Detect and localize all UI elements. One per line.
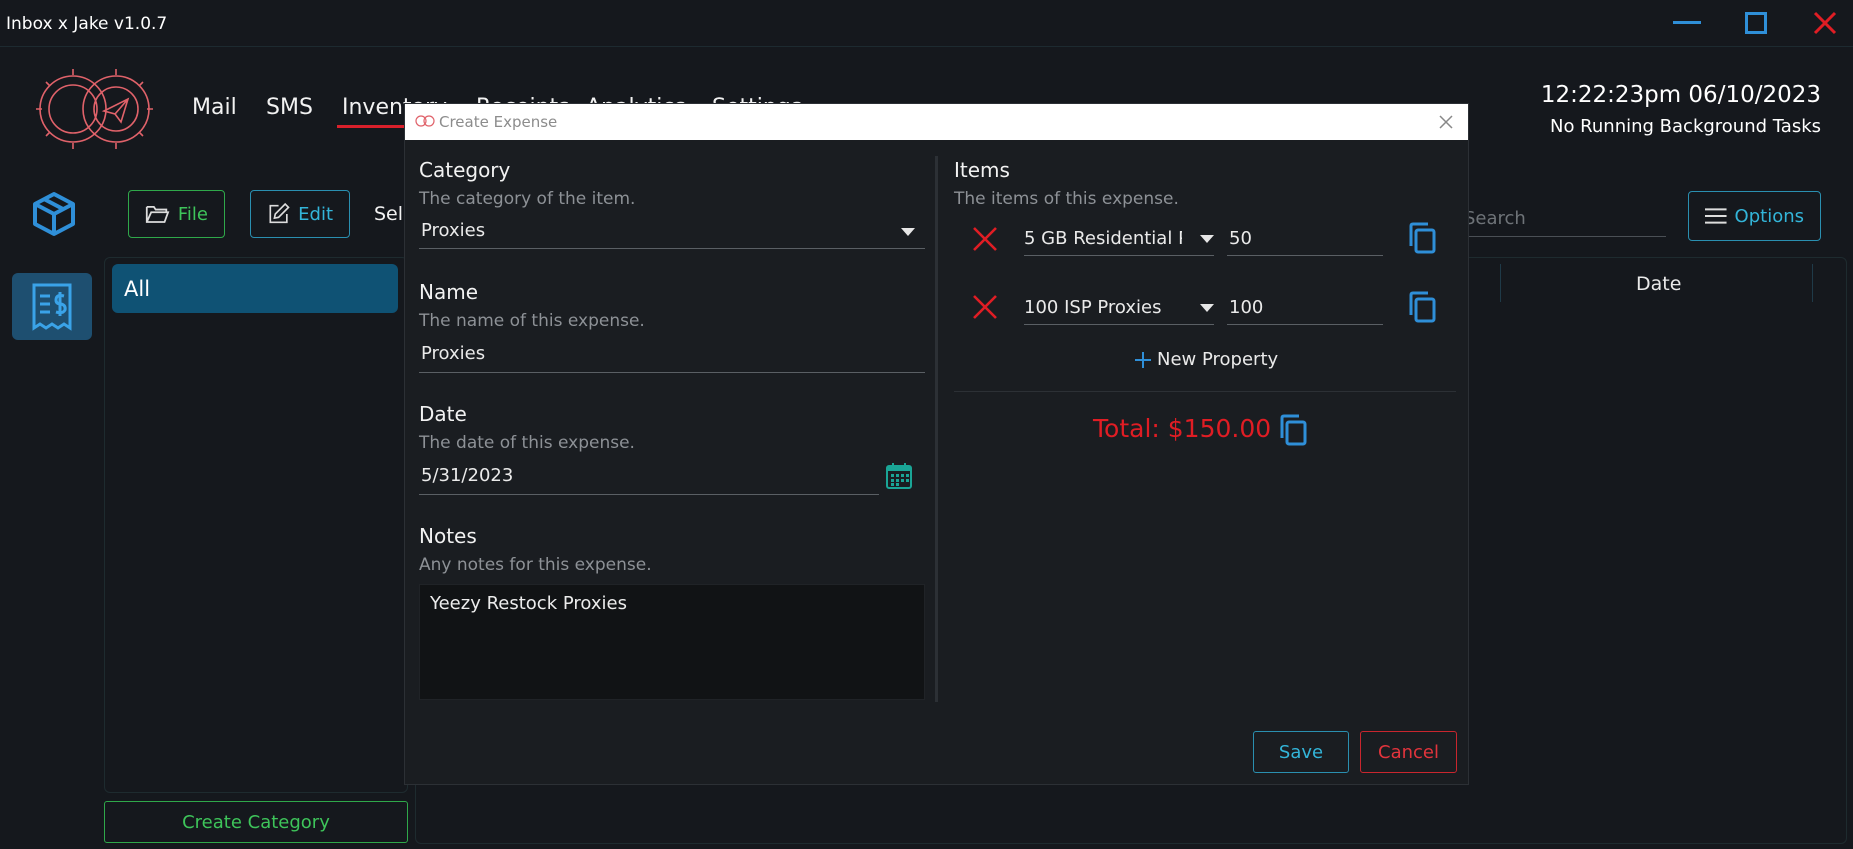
close-window-button[interactable] [1808, 8, 1842, 38]
maximize-icon [1745, 12, 1767, 34]
search-input[interactable] [1462, 200, 1666, 237]
copy-total-button[interactable] [1275, 412, 1311, 448]
category-description: The category of the item. [419, 189, 636, 209]
category-panel [104, 257, 408, 793]
options-button[interactable]: Options [1688, 191, 1821, 241]
name-field-value: Proxies [421, 343, 486, 364]
date-description: The date of this expense. [419, 433, 635, 453]
chevron-down-icon [901, 228, 915, 236]
copy-icon [1409, 291, 1436, 323]
dialog-close-button[interactable] [1434, 110, 1458, 134]
rail-expenses-button[interactable] [12, 273, 92, 340]
app-title: Inbox x Jake v1.0.7 [6, 14, 168, 34]
category-select-value: Proxies [421, 220, 486, 241]
edit-pencil-icon [269, 202, 290, 224]
edit-button[interactable]: Edit [250, 190, 350, 238]
column-header-date[interactable]: Date [1636, 273, 1681, 295]
clock: 12:22:23pm 06/10/2023 [1540, 82, 1821, 108]
date-picker-button[interactable] [885, 462, 915, 492]
dialog-title: Create Expense [439, 113, 558, 131]
remove-x-icon [973, 295, 997, 319]
minimize-icon [1673, 21, 1701, 24]
close-icon [1813, 11, 1837, 35]
chevron-down-icon [1200, 303, 1214, 312]
expense-total: Total: $150.00 [1093, 414, 1272, 443]
column-separator [1812, 264, 1813, 302]
box-icon [33, 192, 75, 236]
nav-mail[interactable]: Mail [192, 95, 237, 120]
name-field[interactable]: Proxies [419, 338, 925, 373]
chevron-down-icon [1200, 234, 1214, 243]
remove-item-button[interactable] [967, 289, 1003, 325]
items-separator [954, 391, 1456, 392]
minimize-button[interactable] [1670, 8, 1704, 38]
category-item-all[interactable]: All [112, 264, 398, 313]
item-amount-input[interactable] [1227, 291, 1383, 325]
item-select-value: 5 GB Residential Pr [1024, 228, 1182, 249]
edit-button-label: Edit [298, 203, 333, 225]
notes-label: Notes [419, 524, 477, 548]
copy-icon [1280, 414, 1307, 446]
save-button[interactable]: Save [1253, 731, 1349, 773]
receipt-dollar-icon [32, 283, 72, 331]
hamburger-menu-icon [1705, 208, 1727, 224]
notes-textarea[interactable]: Yeezy Restock Proxies [419, 584, 925, 700]
plus-icon [1135, 351, 1151, 368]
file-button[interactable]: File [128, 190, 225, 238]
column-separator [1500, 264, 1501, 302]
create-category-button[interactable]: Create Category [104, 801, 408, 843]
title-bar [0, 0, 1853, 47]
copy-item-button[interactable] [1404, 289, 1440, 325]
item-select[interactable]: 5 GB Residential Pr [1024, 222, 1214, 256]
date-label: Date [419, 402, 467, 426]
copy-icon [1409, 222, 1436, 254]
background-task-status: No Running Background Tasks [1549, 116, 1821, 137]
date-field[interactable]: 5/31/2023 [419, 460, 879, 495]
remove-x-icon [973, 227, 997, 251]
category-select[interactable]: Proxies [419, 216, 925, 249]
nav-sms[interactable]: SMS [266, 95, 313, 120]
item-amount-input[interactable] [1227, 222, 1383, 256]
options-button-label: Options [1734, 205, 1804, 227]
remove-item-button[interactable] [967, 221, 1003, 257]
items-description: The items of this expense. [954, 189, 1179, 209]
create-expense-dialog: Create Expense Category The category of … [404, 103, 1469, 785]
item-select[interactable]: 100 ISP Proxies [1024, 291, 1214, 325]
rail-inventory-button[interactable] [30, 190, 78, 238]
item-select-value: 100 ISP Proxies [1024, 297, 1162, 318]
maximize-button[interactable] [1739, 8, 1773, 38]
category-label: Category [419, 158, 511, 182]
file-button-label: File [177, 203, 208, 225]
new-property-button[interactable]: New Property [1135, 349, 1278, 370]
select-label: Sel [374, 203, 404, 225]
dialog-title-bar: Create Expense [405, 104, 1468, 140]
notes-description: Any notes for this expense. [419, 555, 652, 575]
new-property-label: New Property [1157, 349, 1279, 370]
close-icon [1439, 115, 1453, 129]
items-label: Items [954, 158, 1010, 182]
folder-open-icon [145, 206, 170, 223]
app-logo-small-icon [415, 115, 435, 127]
name-description: The name of this expense. [419, 311, 645, 331]
cancel-button[interactable]: Cancel [1360, 731, 1457, 773]
copy-item-button[interactable] [1404, 220, 1440, 256]
app-logo [36, 69, 153, 149]
calendar-icon [886, 463, 912, 489]
date-field-value: 5/31/2023 [421, 465, 514, 486]
name-label: Name [419, 280, 479, 304]
column-divider [935, 156, 938, 702]
